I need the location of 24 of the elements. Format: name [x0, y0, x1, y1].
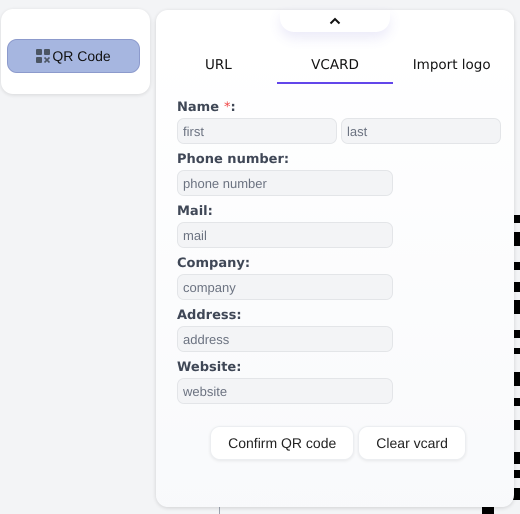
- input-field[interactable]: phone number: [177, 170, 393, 196]
- field-label: Mail:: [177, 204, 214, 220]
- label-colon: :: [230, 100, 236, 116]
- field-label: Company:: [177, 256, 252, 272]
- input-field[interactable]: address: [177, 326, 393, 352]
- input-field[interactable]: website: [177, 378, 393, 404]
- action-button[interactable]: Clear vcard: [358, 426, 466, 460]
- field-label: Phone number:: [177, 152, 290, 168]
- field-label: Name: [177, 100, 220, 116]
- field-label: Address:: [177, 308, 243, 324]
- tab[interactable]: VCARD: [276, 48, 394, 84]
- qr-code-button[interactable]: QR Code: [7, 39, 140, 73]
- tab[interactable]: URL: [160, 48, 277, 84]
- chevron-up-icon: [329, 17, 341, 25]
- input-field[interactable]: last: [341, 118, 501, 144]
- required-mark: *: [224, 100, 231, 116]
- tab[interactable]: Import logo: [393, 48, 510, 84]
- qr-code-icon: [36, 49, 50, 63]
- input-field[interactable]: first: [177, 118, 337, 144]
- field-label: Website:: [177, 360, 242, 376]
- collapse-handle[interactable]: [280, 10, 390, 32]
- action-button[interactable]: Confirm QR code: [210, 426, 354, 460]
- input-field[interactable]: company: [177, 274, 393, 300]
- input-field[interactable]: mail: [177, 222, 393, 248]
